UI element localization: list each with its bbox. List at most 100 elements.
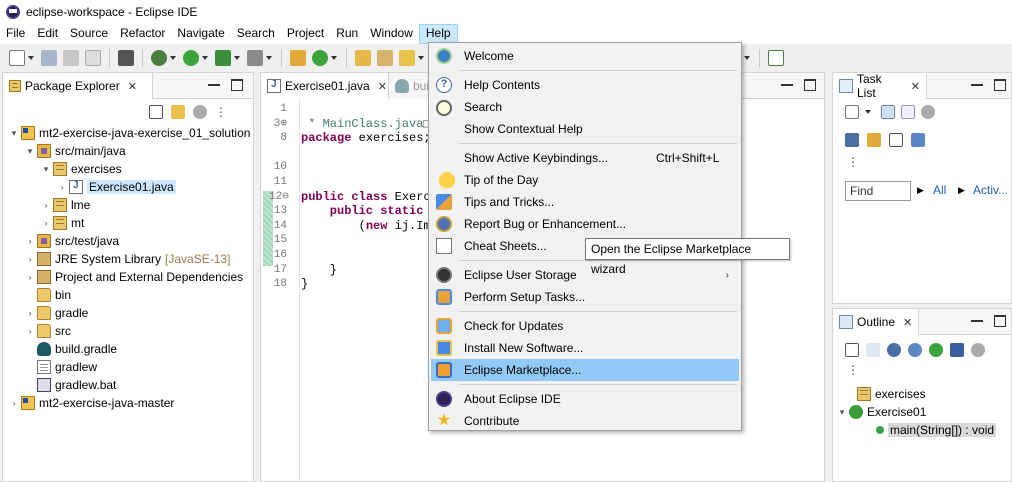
menu-item-about-eclipse-ide[interactable]: About Eclipse IDE: [431, 388, 739, 410]
collapse-arrow-icon[interactable]: ›: [25, 254, 35, 264]
outline-item[interactable]: main(String[]) : void: [873, 421, 997, 439]
maximize-icon[interactable]: [231, 79, 243, 91]
menu-search[interactable]: Search: [231, 24, 281, 44]
collapse-arrow-icon[interactable]: ›: [25, 272, 35, 282]
tree-item[interactable]: › Project and External Dependencies: [25, 268, 243, 286]
menu-source[interactable]: Source: [64, 24, 114, 44]
tree-item[interactable]: bin: [25, 286, 71, 304]
code-line[interactable]: * MainClass.java⬚: [301, 117, 430, 132]
view-menu-icon[interactable]: ⋮: [847, 363, 859, 377]
close-icon[interactable]: ✕: [128, 80, 137, 93]
menu-item-report-bug-or-enhancement[interactable]: Report Bug or Enhancement...: [431, 213, 739, 235]
tree-item[interactable]: › src: [25, 322, 71, 340]
external-tools-dropdown-arrow-icon[interactable]: [266, 56, 272, 60]
menu-item-tip-of-the-day[interactable]: Tip of the Day: [431, 169, 739, 191]
menu-project[interactable]: Project: [281, 24, 330, 44]
outline-item[interactable]: ▾ Exercise01: [837, 403, 926, 421]
collapse-all-icon[interactable]: [845, 343, 859, 357]
minimize-icon[interactable]: [971, 79, 983, 86]
synchronize-icon[interactable]: [921, 105, 935, 119]
tree-item[interactable]: › JRE System Library [JavaSE-13]: [25, 250, 230, 268]
tree-item[interactable]: › lme: [41, 196, 90, 214]
tree-item[interactable]: › mt: [41, 214, 84, 232]
collapse-arrow-icon[interactable]: ›: [57, 182, 67, 192]
new-task-icon[interactable]: [845, 105, 859, 119]
menu-help[interactable]: Help: [418, 24, 458, 44]
menu-item-show-active-keybindings[interactable]: Show Active Keybindings... Ctrl+Shift+L: [431, 147, 739, 169]
menu-item-help-contents[interactable]: ? Help Contents: [431, 74, 739, 96]
open-perspective-icon[interactable]: [768, 50, 784, 66]
link-task-icon[interactable]: [911, 133, 925, 147]
minimize-icon[interactable]: [781, 79, 793, 86]
sort-icon[interactable]: [866, 343, 880, 357]
code-line[interactable]: package exercises;: [301, 131, 431, 146]
menu-file[interactable]: File: [0, 24, 31, 44]
activate-link[interactable]: Activ...: [973, 183, 1008, 197]
menu-run[interactable]: Run: [330, 24, 364, 44]
all-link[interactable]: All: [933, 183, 946, 197]
scheduled-icon[interactable]: [901, 105, 915, 119]
menu-item-eclipse-user-storage[interactable]: Eclipse User Storage ›: [431, 264, 739, 286]
menu-window[interactable]: Window: [364, 24, 419, 44]
maximize-icon[interactable]: [994, 79, 1006, 91]
tree-item[interactable]: ▾ exercises: [41, 160, 122, 178]
code-line[interactable]: }: [301, 277, 308, 292]
close-icon[interactable]: ✕: [903, 316, 912, 329]
tree-item[interactable]: › mt2-exercise-java-master: [9, 394, 174, 412]
menu-refactor[interactable]: Refactor: [114, 24, 171, 44]
debug-icon[interactable]: [151, 50, 167, 66]
collapse-all-icon[interactable]: [149, 105, 163, 119]
open-type-icon[interactable]: [355, 50, 371, 66]
link-with-editor-icon[interactable]: [971, 343, 985, 357]
run-icon[interactable]: [183, 50, 199, 66]
menu-item-search[interactable]: Search: [431, 96, 739, 118]
new-java-class-icon[interactable]: [312, 50, 328, 66]
menu-item-show-contextual-help[interactable]: Show Contextual Help: [431, 118, 739, 140]
open-task-icon[interactable]: [399, 50, 415, 66]
external-tools-icon[interactable]: [247, 50, 263, 66]
print-icon[interactable]: [85, 50, 101, 66]
new-icon[interactable]: [9, 50, 25, 66]
minimize-icon[interactable]: [208, 79, 220, 86]
coverage-dropdown-arrow-icon[interactable]: [234, 56, 240, 60]
link-with-editor-icon[interactable]: [171, 105, 185, 119]
save-all-icon[interactable]: [63, 50, 79, 66]
close-icon[interactable]: ✕: [911, 80, 920, 93]
outline-item[interactable]: exercises: [845, 385, 926, 403]
focus-on-workweek-icon[interactable]: [845, 133, 859, 147]
menu-item-tips-and-tricks[interactable]: Tips and Tricks...: [431, 191, 739, 213]
collapse-arrow-icon[interactable]: ›: [9, 398, 19, 408]
hide-fields-icon[interactable]: [887, 343, 901, 357]
menu-item-perform-setup-tasks[interactable]: Perform Setup Tasks...: [431, 286, 739, 308]
tree-item[interactable]: gradlew.bat: [25, 376, 116, 394]
collapse-arrow-icon[interactable]: ›: [41, 200, 51, 210]
menu-item-check-for-updates[interactable]: Check for Updates: [431, 315, 739, 337]
filters-icon[interactable]: [193, 105, 207, 119]
expand-arrow-icon[interactable]: ▾: [9, 128, 19, 139]
coverage-icon[interactable]: [215, 50, 231, 66]
menu-item-eclipse-marketplace[interactable]: Eclipse Marketplace...: [431, 359, 739, 381]
code-line[interactable]: (new ij.Ima: [301, 219, 438, 234]
find-input[interactable]: Find: [845, 181, 911, 201]
hide-non-public-icon[interactable]: [929, 343, 943, 357]
code-line[interactable]: }: [301, 263, 337, 278]
collapse-arrow-icon[interactable]: ›: [41, 218, 51, 228]
menu-navigate[interactable]: Navigate: [171, 24, 230, 44]
collapse-arrow-icon[interactable]: ›: [25, 308, 35, 318]
tree-item[interactable]: ▾ mt2-exercise-java-exercise_01_solution: [9, 124, 250, 142]
view-menu-icon[interactable]: ⋮: [215, 105, 227, 119]
tree-item[interactable]: ▾ src/main/java: [25, 142, 126, 160]
hide-completed-icon[interactable]: [867, 133, 881, 147]
collapse-all-icon[interactable]: [889, 133, 903, 147]
tab-outline[interactable]: Outline ✕: [833, 309, 919, 335]
minimize-icon[interactable]: [971, 315, 983, 322]
view-menu-icon[interactable]: ⋮: [847, 155, 859, 169]
debug-dropdown-arrow-icon[interactable]: [170, 56, 176, 60]
skip-breakpoints-icon[interactable]: [118, 50, 134, 66]
tab-task-list[interactable]: Task List ✕: [833, 72, 927, 100]
expand-arrow-icon[interactable]: ▾: [837, 407, 847, 418]
run-dropdown-arrow-icon[interactable]: [202, 56, 208, 60]
code-line[interactable]: public class Exerci: [301, 190, 438, 205]
save-icon[interactable]: [41, 50, 57, 66]
expand-arrow-icon[interactable]: ▾: [41, 164, 51, 175]
